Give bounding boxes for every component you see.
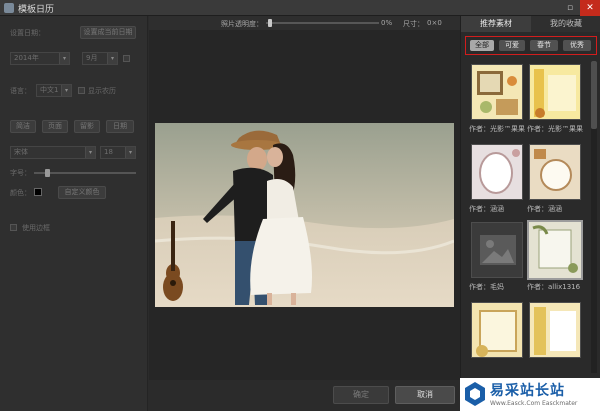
category-filter: 全部 可爱 春节 优秀	[465, 36, 597, 55]
material-panel: 推荐素材 我的收藏 全部 可爱 春节 优秀 作者：光影™果果 作者：光影™果果 …	[460, 16, 600, 411]
material-thumb[interactable]	[471, 64, 523, 120]
opacity-slider-thumb[interactable]	[268, 19, 272, 27]
chevron-down-icon: ▾	[59, 53, 69, 64]
font-size-select[interactable]: 18 ▾	[100, 146, 136, 159]
style-button-0[interactable]: 简洁	[10, 120, 36, 133]
material-thumb-selected[interactable]	[527, 220, 583, 280]
material-thumb[interactable]	[529, 302, 581, 358]
language-select[interactable]: 中文1 ▾	[36, 84, 72, 97]
show-lunar-label: 显示农历	[88, 87, 116, 95]
category-all[interactable]: 全部	[470, 40, 494, 51]
settings-panel: 设置日期： 设置成当前日期 2014年 ▾ 9月 ▾ 语言： 中文1 ▾ 显示农…	[0, 16, 148, 411]
site-watermark: 易采站长站 Www.Easck.Com Easckmater	[460, 378, 600, 411]
material-thumb[interactable]	[471, 144, 523, 200]
thumb-caption: 作者：涵涵	[527, 205, 562, 213]
frame-thumbnail-icon	[532, 225, 578, 273]
size-info-label: 尺寸：	[403, 20, 424, 28]
style-button-1[interactable]: 页面	[42, 120, 68, 133]
set-date-label: 设置日期：	[10, 29, 45, 37]
scrollbar-thumb[interactable]	[591, 61, 597, 129]
watermark-title: 易采站长站	[490, 383, 565, 399]
material-thumb[interactable]	[471, 302, 523, 358]
tab-favorites[interactable]: 我的收藏	[531, 16, 600, 32]
font-value: 宋体	[14, 148, 28, 156]
color-label: 颜色：	[10, 189, 31, 197]
material-scrollbar[interactable]	[591, 61, 597, 373]
thumb-caption: 作者：毛妈	[469, 283, 504, 291]
language-value: 中文1	[40, 86, 59, 94]
couple-photo-illustration	[155, 123, 454, 307]
month-select[interactable]: 9月 ▾	[82, 52, 118, 65]
style-button-2[interactable]: 留影	[74, 120, 100, 133]
category-cute[interactable]: 可爱	[499, 40, 525, 51]
color-swatch[interactable]	[34, 188, 42, 196]
watermark-logo-icon	[465, 382, 485, 406]
frame-thumbnail-icon	[534, 307, 576, 355]
maximize-icon[interactable]: ▫	[560, 0, 580, 16]
font-select[interactable]: 宋体 ▾	[10, 146, 96, 159]
thumb-caption: 作者：光影™果果	[527, 125, 583, 133]
frame-thumbnail-icon	[476, 310, 517, 357]
year-select[interactable]: 2014年 ▾	[10, 52, 70, 65]
category-excellent[interactable]: 优秀	[563, 40, 591, 51]
size-info-value: 0×0	[427, 19, 442, 27]
chevron-down-icon: ▾	[85, 147, 95, 158]
apply-border-label: 使用边框	[22, 224, 50, 232]
thumb-caption: 作者：光影™果果	[469, 125, 525, 133]
chevron-down-icon: ▾	[61, 85, 71, 96]
opacity-value: 0%	[381, 19, 393, 27]
size-label: 字号：	[10, 169, 31, 177]
set-current-date-button[interactable]: 设置成当前日期	[80, 26, 136, 39]
frame-thumbnail-icon	[479, 149, 520, 194]
thumb-caption: 作者：涵涵	[469, 205, 504, 213]
opacity-toolbar: 照片透明度： 0% 尺寸： 0×0	[149, 16, 460, 30]
frame-thumbnail-icon	[534, 69, 576, 118]
apply-border-checkbox[interactable]	[10, 224, 17, 231]
thumb-caption: 作者：allix1316	[527, 283, 581, 291]
confirm-button[interactable]: 确定	[333, 386, 389, 404]
watermark-url: Www.Easck.Com Easckmater	[490, 400, 578, 407]
category-spring-festival[interactable]: 春节	[530, 40, 558, 51]
frame-thumbnail-icon	[477, 71, 518, 115]
chevron-down-icon: ▾	[107, 53, 117, 64]
custom-color-button[interactable]: 自定义颜色	[58, 186, 106, 199]
year-value: 2014年	[14, 54, 39, 62]
opacity-slider-track	[266, 22, 379, 24]
title-bar: 模板日历 ▫ ✕	[0, 0, 600, 16]
show-lunar-checkbox[interactable]	[78, 87, 85, 94]
app-icon	[4, 3, 14, 13]
frame-thumbnail-icon	[534, 149, 572, 191]
size-slider-thumb[interactable]	[45, 169, 50, 177]
window-title: 模板日历	[18, 5, 55, 15]
month-value: 9月	[86, 54, 98, 62]
tab-recommended[interactable]: 推荐素材	[461, 16, 531, 32]
language-label: 语言：	[10, 87, 31, 95]
opacity-label: 照片透明度：	[221, 20, 263, 28]
chevron-down-icon: ▾	[125, 147, 135, 158]
year-month-checkbox[interactable]	[123, 55, 130, 62]
material-thumb[interactable]	[529, 64, 581, 120]
style-button-3[interactable]: 日期	[106, 120, 134, 133]
font-size-value: 18	[104, 148, 113, 156]
image-placeholder-icon	[480, 235, 516, 265]
material-thumb-placeholder[interactable]	[471, 222, 523, 278]
material-thumb[interactable]	[529, 144, 581, 200]
preview-photo[interactable]	[155, 123, 454, 307]
close-icon[interactable]: ✕	[580, 0, 600, 16]
cancel-button[interactable]: 取消	[395, 386, 455, 404]
